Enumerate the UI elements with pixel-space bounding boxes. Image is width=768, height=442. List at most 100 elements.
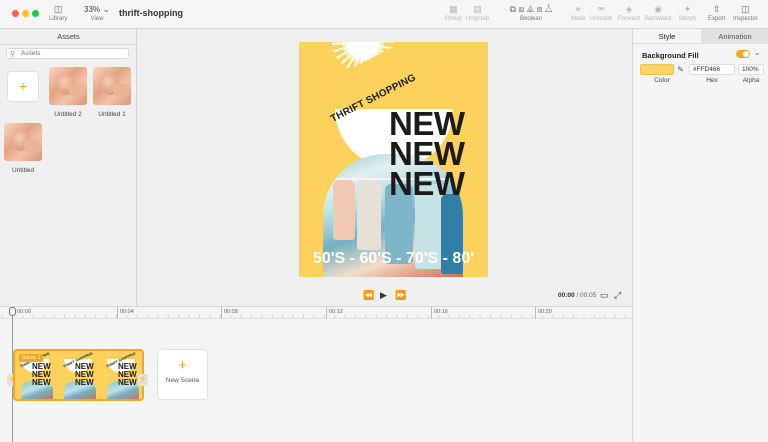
hex-field[interactable]: #FFD466 [689, 64, 735, 75]
boolean-icons: ⧉ ⧈ ⧌ ⧇ ⧊ [509, 4, 553, 14]
fit-canvas-button[interactable]: ▭ [600, 290, 609, 301]
current-time: 00:00 [558, 292, 575, 299]
fullscreen-button[interactable]: ⤢ [614, 290, 621, 301]
asset-thumbnail[interactable] [4, 123, 42, 161]
export-icon: ⇧ [712, 4, 721, 14]
ungroup-label: Ungroup [466, 16, 490, 22]
ruler-tick-label: 00:16 [434, 309, 448, 315]
boolean-controls[interactable]: ⧉ ⧈ ⧌ ⧇ ⧊ Boolean [497, 3, 565, 22]
alpha-label: Alpha [742, 77, 760, 84]
sidebar-icon: ◫ [53, 4, 63, 14]
forward-button[interactable]: ◈ Forward [618, 3, 640, 22]
mini-headline: NEW NEW NEW [32, 363, 51, 387]
group-label: Group [445, 16, 462, 22]
transition-out-button[interactable]: ⚡ [138, 374, 148, 386]
boolean-label: Boolean [519, 16, 543, 22]
time-display: 00:00 / 00:05 [558, 292, 596, 299]
headline-new-3[interactable]: NEW [389, 167, 465, 200]
chevron-down-icon: ⌄ [102, 4, 111, 14]
mask-button[interactable]: ⚭ Mask [571, 3, 585, 22]
ruler-major-tick [326, 307, 327, 319]
add-asset-button[interactable]: + [7, 71, 39, 102]
screen-icon: ▭ [600, 290, 609, 300]
ungroup-icon: ▤ [473, 4, 482, 14]
unmask-icon: ⚮ [597, 4, 605, 14]
rewind-button[interactable]: ⏪ [363, 290, 374, 301]
asset-label: Untitled [11, 167, 35, 174]
close-window-button[interactable] [12, 10, 19, 17]
document-title: thrift-shopping [119, 8, 183, 18]
export-button[interactable]: ⇧ Export [708, 3, 725, 22]
asset-label: Untitled 2 [54, 111, 82, 118]
inspector-label: Inspector [733, 16, 758, 22]
ruler-tick-label: 00:08 [224, 309, 238, 315]
canvas-area[interactable]: THRIFT SHOPPING NEW NEW NEW 50'S - 60'S … [137, 29, 632, 306]
scene-1-clip[interactable]: THRIFT SHOPPING NEWNEWNEW THRIFT SHOPPIN… [13, 349, 144, 401]
fast-forward-icon: ⏩ [395, 290, 407, 300]
play-button[interactable]: ▶ [380, 290, 387, 301]
rewind-icon: ⏪ [363, 290, 375, 300]
inspector-button[interactable]: ◫ Inspector [733, 3, 758, 22]
inspector-panel-icon: ◫ [741, 4, 750, 14]
asset-thumbnail[interactable] [93, 67, 131, 105]
color-label: Color [654, 77, 670, 84]
zoom-value: 33% [84, 5, 101, 14]
tab-style[interactable]: Style [633, 29, 701, 44]
ruler-tick-label: 00:00 [17, 309, 31, 315]
morph-button[interactable]: ✦ Morph [679, 3, 696, 22]
ruler-tick-label: 00:12 [329, 309, 343, 315]
asset-thumbnail[interactable] [49, 67, 87, 105]
fast-forward-button[interactable]: ⏩ [395, 290, 406, 301]
assets-title: Assets [57, 32, 80, 41]
decades-text[interactable]: 50'S - 60'S - 70'S - 80' [299, 250, 488, 268]
view-zoom-control[interactable]: 33% ⌄ View [84, 3, 110, 22]
backward-label: Backward [645, 16, 672, 22]
library-button[interactable]: ◫ Library [49, 3, 67, 22]
scene-badge: Scene 1 [19, 354, 44, 362]
unmask-label: Unmask [590, 16, 613, 22]
asset-label: Untitled 1 [98, 111, 126, 118]
plus-icon: + [18, 78, 28, 94]
group-icon: ▦ [449, 4, 458, 14]
mini-headline: NEW NEW NEW [75, 363, 94, 387]
assets-sidebar: Assets ⚲ + Untitled 2 Untitled 1 Untitle… [0, 29, 137, 306]
group-button[interactable]: ▦ Group [445, 3, 462, 22]
expand-icon: ⤢ [614, 290, 622, 300]
ruler-tick-label: 00:04 [120, 309, 134, 315]
assets-search-input[interactable] [21, 49, 121, 58]
new-scene-button[interactable]: + New Scene [157, 349, 208, 400]
unmask-button[interactable]: ⚮ Unmask [590, 3, 612, 22]
playhead-handle[interactable] [9, 307, 16, 316]
zoom-window-button[interactable] [32, 10, 39, 17]
play-icon: ▶ [380, 290, 387, 300]
forward-label: Forward [618, 16, 641, 22]
color-swatch[interactable] [640, 64, 674, 75]
ruler-tick-label: 00:20 [538, 309, 552, 315]
asset-image-detail [69, 83, 85, 97]
assets-search[interactable]: ⚲ [6, 48, 129, 59]
timeline[interactable]: 00:00 00:04 00:08 00:12 00:16 00:20 ⚡ TH… [0, 306, 632, 442]
minimize-window-button[interactable] [22, 10, 29, 17]
tab-animation[interactable]: Animation [701, 29, 768, 44]
chevron-down-icon[interactable]: ⌄ [754, 48, 761, 57]
backward-button[interactable]: ◉ Backward [645, 3, 671, 22]
mini-headline-line: NEW [75, 378, 94, 387]
mini-headline-line: NEW [32, 378, 51, 387]
scene-thumbnail: THRIFT SHOPPING NEWNEWNEW [101, 351, 142, 399]
ruler-major-tick [117, 307, 118, 319]
background-fill-toggle[interactable] [736, 50, 750, 58]
inspector-panel: Style Animation Background Fill ⌄ ✎ #FFD… [632, 29, 768, 442]
divider [0, 44, 137, 45]
eyedropper-icon[interactable]: ✎ [675, 64, 686, 75]
poster-artboard[interactable]: THRIFT SHOPPING NEW NEW NEW 50'S - 60'S … [299, 42, 488, 277]
total-time: / 00:05 [576, 292, 597, 299]
mask-label: Mask [571, 16, 586, 22]
morph-icon: ✦ [683, 4, 692, 14]
ungroup-button[interactable]: ▤ Ungroup [466, 3, 489, 22]
view-label: View [90, 16, 104, 22]
ruler-major-tick [535, 307, 536, 319]
asset-image-detail [24, 139, 40, 153]
search-icon: ⚲ [10, 51, 16, 58]
library-label: Library [49, 16, 68, 22]
alpha-field[interactable]: 100% [738, 64, 764, 75]
